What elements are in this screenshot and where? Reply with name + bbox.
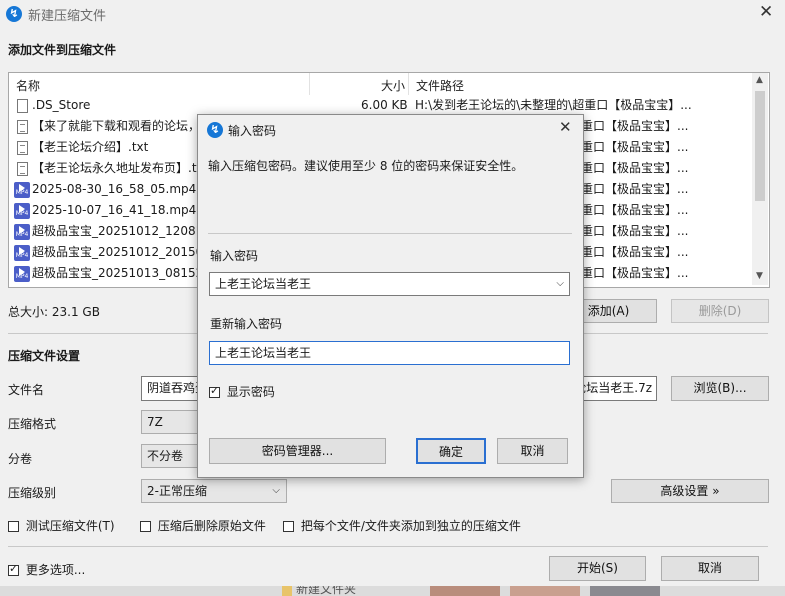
repeat-password-label: 重新输入密码 xyxy=(210,317,283,331)
dialog-title: 输入密码 xyxy=(228,124,277,138)
column-header-size[interactable]: 大小 xyxy=(381,77,405,94)
video-file-icon: MP4 xyxy=(14,202,30,219)
delete-after-option[interactable]: 压缩后删除原始文件 xyxy=(140,517,266,534)
add-files-section-title: 添加文件到压缩文件 xyxy=(8,43,117,57)
more-options-checkbox[interactable] xyxy=(8,562,19,576)
delete-after-checkbox[interactable] xyxy=(140,521,151,532)
password-manager-button[interactable]: 密码管理器... xyxy=(209,438,386,464)
scroll-down-arrow-icon[interactable]: ▼ xyxy=(756,271,763,281)
split-label: 分卷 xyxy=(8,452,33,466)
browse-button[interactable]: 浏览(B)... xyxy=(671,376,769,401)
advanced-settings-button[interactable]: 高级设置 » xyxy=(611,479,769,503)
level-select[interactable]: 2-正常压缩 ⌵ xyxy=(141,479,287,503)
repeat-password-input[interactable]: 上老王论坛当老王 xyxy=(209,341,570,365)
password-dialog: ↯ 输入密码 ✕ 输入压缩包密码。建议使用至少 8 位的密码来保证安全性。 输入… xyxy=(197,114,584,478)
video-file-icon: MP4 xyxy=(14,223,30,240)
text-file-icon xyxy=(17,161,28,176)
table-row[interactable]: .DS_Store 6.00 KB H:\发到老王论坛的\未整理的\超重口【极品… xyxy=(9,95,751,116)
video-file-icon: MP4 xyxy=(14,244,30,261)
show-password-option[interactable]: 显示密码 xyxy=(209,383,275,400)
show-password-checkbox[interactable] xyxy=(209,384,220,398)
total-size: 总大小: 23.1 GB xyxy=(8,305,100,319)
folder-icon xyxy=(282,586,292,596)
password-input[interactable]: 上老王论坛当老王 ⌵ xyxy=(209,272,570,296)
password-label: 输入密码 xyxy=(210,249,259,263)
app-logo-icon: ↯ xyxy=(207,122,223,138)
video-file-icon: MP4 xyxy=(14,181,30,198)
chevron-down-icon: ⌵ xyxy=(272,485,280,496)
title-bar: ↯ 新建压缩文件 ✕ xyxy=(0,0,785,28)
divider xyxy=(8,546,768,547)
test-archive-option[interactable]: 测试压缩文件(T) xyxy=(8,517,115,534)
separate-archives-option[interactable]: 把每个文件/文件夹添加到独立的压缩文件 xyxy=(283,517,521,534)
dialog-close-icon[interactable]: ✕ xyxy=(559,118,572,136)
chevron-down-icon[interactable]: ⌵ xyxy=(556,273,564,295)
divider xyxy=(208,233,572,234)
scrollbar-thumb[interactable] xyxy=(755,91,765,201)
text-file-icon xyxy=(17,119,28,134)
more-options-toggle[interactable]: 更多选项... xyxy=(8,561,85,578)
column-header-name[interactable]: 名称 xyxy=(16,77,40,94)
scroll-up-arrow-icon[interactable]: ▲ xyxy=(756,75,763,85)
separate-archives-checkbox[interactable] xyxy=(283,521,294,532)
filename-label: 文件名 xyxy=(8,383,45,397)
cancel-button[interactable]: 取消 xyxy=(661,556,759,581)
format-label: 压缩格式 xyxy=(8,417,57,431)
video-file-icon: MP4 xyxy=(14,265,30,282)
background-window-peek: 新建文件夹 xyxy=(0,586,785,596)
file-icon xyxy=(17,98,28,113)
dialog-hint: 输入压缩包密码。建议使用至少 8 位的密码来保证安全性。 xyxy=(208,159,524,173)
column-header-path[interactable]: 文件路径 xyxy=(416,77,464,94)
window-title: 新建压缩文件 xyxy=(28,9,107,24)
delete-button[interactable]: 删除(D) xyxy=(671,299,769,323)
level-label: 压缩级别 xyxy=(8,486,57,500)
app-logo-icon: ↯ xyxy=(6,6,22,22)
close-icon[interactable]: ✕ xyxy=(759,2,773,22)
thumbnail xyxy=(590,586,660,596)
dialog-cancel-button[interactable]: 取消 xyxy=(497,438,568,464)
thumbnail xyxy=(430,586,500,596)
text-file-icon xyxy=(17,140,28,155)
ok-button[interactable]: 确定 xyxy=(416,438,486,464)
thumbnail xyxy=(510,586,580,596)
test-archive-checkbox[interactable] xyxy=(8,521,19,532)
vertical-scrollbar[interactable]: ▲ ▼ xyxy=(752,73,768,285)
start-button[interactable]: 开始(S) xyxy=(549,556,646,581)
archive-settings-title: 压缩文件设置 xyxy=(8,349,81,363)
